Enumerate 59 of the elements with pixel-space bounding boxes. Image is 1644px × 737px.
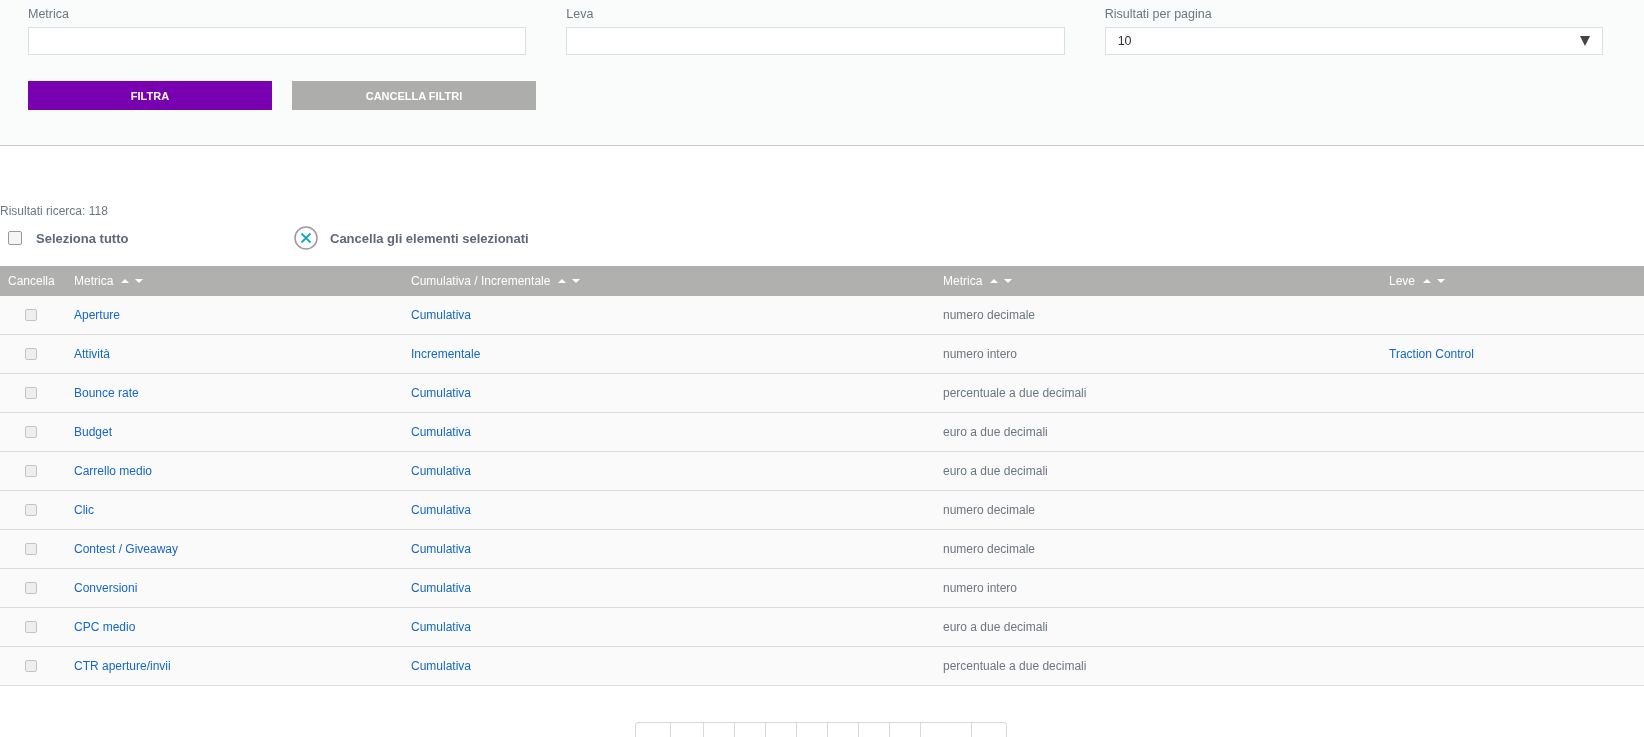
type-link[interactable]: Incrementale <box>411 347 481 361</box>
type-link[interactable]: Cumulativa <box>411 503 472 517</box>
format-text: euro a due decimali <box>943 620 1048 634</box>
checkbox[interactable] <box>8 231 22 245</box>
type-link[interactable]: Cumulativa <box>411 386 472 400</box>
field-label: Metrica <box>28 7 70 23</box>
lever-link[interactable]: Traction Control <box>1389 347 1474 361</box>
type-link[interactable]: Cumulativa <box>411 308 472 322</box>
filter-button[interactable]: FILTRA <box>28 81 272 110</box>
format-text: euro a due decimali <box>943 425 1048 439</box>
row-checkbox[interactable] <box>25 582 37 594</box>
metric-link[interactable]: Conversioni <box>74 581 138 595</box>
sort-arrows-icon[interactable] <box>558 277 581 285</box>
close-circle-icon[interactable] <box>294 226 318 250</box>
format-text: numero decimale <box>943 308 1036 322</box>
row-checkbox[interactable] <box>25 309 37 321</box>
field-label: Leva <box>566 7 595 23</box>
per-page-select[interactable]: 10 <box>1104 27 1603 55</box>
row-checkbox[interactable] <box>25 504 37 516</box>
metric-link[interactable]: CTR aperture/invii <box>74 659 171 673</box>
format-text: percentuale a due decimali <box>943 386 1087 400</box>
type-link[interactable]: Cumulativa <box>411 581 472 595</box>
format-text: numero intero <box>943 347 1018 361</box>
type-link[interactable]: Cumulativa <box>411 659 472 673</box>
row-checkbox[interactable] <box>25 426 37 438</box>
column-header: Cancella <box>8 274 55 288</box>
row-checkbox[interactable] <box>25 660 37 672</box>
type-link[interactable]: Cumulativa <box>411 620 472 634</box>
sort-arrows-icon[interactable] <box>990 277 1013 285</box>
metric-link[interactable]: Bounce rate <box>74 386 139 400</box>
text-input-field[interactable] <box>28 27 527 55</box>
select-all-label[interactable]: Seleziona tutto <box>36 230 129 246</box>
row-checkbox[interactable] <box>25 543 37 555</box>
field-label: Risultati per pagina <box>1104 7 1213 23</box>
format-text: numero intero <box>943 581 1018 595</box>
type-link[interactable]: Cumulativa <box>411 542 472 556</box>
sort-arrows-icon[interactable] <box>121 277 144 285</box>
metric-link[interactable]: Attività <box>74 347 110 361</box>
metric-link[interactable]: Carrello medio <box>74 464 153 478</box>
dropdown-arrow-icon <box>1580 36 1590 46</box>
text-input-field[interactable] <box>566 27 1065 55</box>
metric-link[interactable]: Budget <box>74 425 113 439</box>
metric-link[interactable]: Contest / Giveaway <box>74 542 179 556</box>
type-link[interactable]: Cumulativa <box>411 464 472 478</box>
format-text: euro a due decimali <box>943 464 1048 478</box>
format-text: numero decimale <box>943 542 1036 556</box>
row-checkbox[interactable] <box>25 621 37 633</box>
results-count: Risultati ricerca: 118 <box>0 204 109 220</box>
row-checkbox[interactable] <box>25 465 37 477</box>
metric-link[interactable]: Aperture <box>74 308 121 322</box>
metric-link[interactable]: CPC medio <box>74 620 136 634</box>
row-checkbox[interactable] <box>25 348 37 360</box>
format-text: numero decimale <box>943 503 1036 517</box>
metric-link[interactable]: Clic <box>74 503 94 517</box>
delete-selected-link[interactable]: Cancella gli elementi selezionati <box>330 230 529 246</box>
sort-arrows-icon[interactable] <box>1423 277 1446 285</box>
format-text: percentuale a due decimali <box>943 659 1087 673</box>
row-checkbox[interactable] <box>25 387 37 399</box>
type-link[interactable]: Cumulativa <box>411 425 472 439</box>
